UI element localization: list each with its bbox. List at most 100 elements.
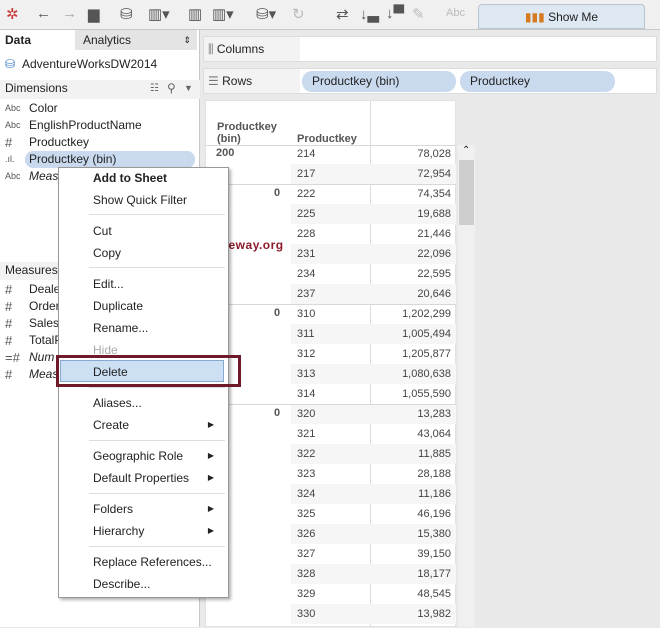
table-row: 310 1,202,299 (291, 304, 456, 324)
menu-item-folders[interactable]: Folders ▶ (59, 498, 228, 520)
menu-item-describe[interactable]: Describe... (59, 573, 228, 595)
menu-item-add-to-sheet[interactable]: Add to Sheet (59, 167, 228, 189)
save-icon[interactable]: ▆ (88, 5, 100, 23)
sort-asc-icon[interactable]: ↓▃ (360, 5, 379, 23)
clear-sheet-icon[interactable]: ▥▾ (212, 5, 234, 23)
menu-item-aliases[interactable]: Aliases... (59, 392, 228, 414)
dimension-name: Meas (29, 169, 59, 183)
value-cell: 20,646 (417, 288, 451, 300)
rows-label: ☰ Rows (208, 74, 252, 88)
value-cell: 1,005,494 (402, 328, 451, 340)
scrollbar-thumb[interactable] (459, 160, 474, 225)
bin-cell: 0 (274, 307, 281, 319)
table-row: 312 1,205,877 (291, 344, 456, 364)
dimension-name: Color (29, 101, 58, 115)
bin-cell: 200 (216, 147, 235, 159)
menu-item-label: Copy (93, 246, 122, 260)
menu-separator (89, 214, 225, 215)
menu-item-show-quick-filter[interactable]: Show Quick Filter (59, 189, 228, 211)
productkey-cell: 222 (297, 188, 316, 200)
productkey-cell: 322 (297, 448, 316, 460)
number-type-icon: # (5, 135, 13, 150)
view-list-icon[interactable]: ☷ (150, 80, 159, 97)
search-icon[interactable]: ⚲ (167, 80, 176, 97)
dimension-item[interactable]: Abc EnglishProductName (0, 117, 200, 134)
string-type-icon: Abc (5, 120, 21, 130)
menu-item-hierarchy[interactable]: Hierarchy ▶ (59, 520, 228, 542)
dimension-name: EnglishProductName (29, 118, 142, 132)
labels-icon[interactable]: Abc (446, 7, 465, 19)
measure-name: Order (29, 299, 60, 313)
rows-drop-area[interactable]: Productkey (bin) Productkey (300, 69, 656, 93)
forward-icon[interactable]: → (62, 5, 77, 22)
new-datasource-icon[interactable]: ⛁ (120, 5, 133, 23)
table-row: 325 46,196 (291, 504, 456, 524)
productkey-cell: 321 (297, 428, 316, 440)
menu-item-copy[interactable]: Copy (59, 242, 228, 264)
highlight-icon[interactable]: ✎ (412, 5, 425, 23)
pill-productkey-bin[interactable]: Productkey (bin) (302, 71, 456, 92)
back-icon[interactable]: ← (36, 5, 51, 22)
sort-desc-icon[interactable]: ↓▀ (386, 5, 404, 22)
productkey-cell: 217 (297, 168, 316, 180)
value-cell: 43,064 (417, 428, 451, 440)
group-divider (206, 304, 456, 305)
productkey-cell: 320 (297, 408, 316, 420)
productkey-cell: 214 (297, 148, 316, 160)
table-row: 311 1,005,494 (291, 324, 456, 344)
menu-separator (89, 267, 225, 268)
show-me-button[interactable]: ▮▮▮ Show Me (478, 4, 645, 29)
scroll-up-icon[interactable]: ⌃ (462, 145, 470, 156)
columns-label: ⫼ Columns (208, 42, 264, 57)
string-type-icon: Abc (5, 103, 21, 113)
table-row: 314 1,055,590 (291, 384, 456, 404)
table-row: 326 15,380 (291, 524, 456, 544)
pane-menu-icon[interactable]: ⇕ (183, 30, 191, 50)
dimension-item[interactable]: .ıl. Productkey (bin) (0, 151, 200, 168)
tab-data[interactable]: Data (0, 30, 75, 50)
tableau-logo-icon[interactable]: ✲ (6, 5, 19, 23)
dimension-item[interactable]: # Productkey (0, 134, 200, 151)
measures-label: Measures (5, 263, 58, 277)
table-row: 237 20,646 (291, 284, 456, 304)
measure-name: Meas (29, 367, 59, 381)
productkey-cell: 312 (297, 348, 316, 360)
rows-icon: ☰ (208, 74, 219, 88)
dimension-name: Productkey (29, 135, 90, 149)
rows-text: Rows (222, 74, 253, 88)
chart-icon: ▮▮▮ (524, 10, 545, 24)
tab-analytics[interactable]: Analytics ⇕ (75, 30, 197, 50)
duplicate-sheet-icon[interactable]: ▥ (188, 5, 202, 23)
pill-productkey[interactable]: Productkey (460, 71, 615, 92)
table-row: 217 72,954 (291, 164, 456, 184)
datasource[interactable]: ⛁ AdventureWorksDW2014 (0, 56, 200, 73)
pause-updates-icon[interactable]: ⛁▾ (256, 5, 276, 23)
new-worksheet-icon[interactable]: ▥▾ (148, 5, 170, 23)
value-cell: 78,028 (417, 148, 451, 160)
value-cell: 22,595 (417, 268, 451, 280)
productkey-cell: 231 (297, 248, 316, 260)
chevron-down-icon[interactable]: ▼ (184, 80, 193, 97)
value-cell: 19,688 (417, 208, 451, 220)
menu-item-create[interactable]: Create ▶ (59, 414, 228, 436)
swap-icon[interactable]: ⇄ (336, 5, 349, 23)
menu-item-rename[interactable]: Rename... (59, 317, 228, 339)
menu-item-duplicate[interactable]: Duplicate (59, 295, 228, 317)
dimensions-label: Dimensions (5, 81, 68, 95)
refresh-icon[interactable]: ↻ (292, 5, 305, 23)
value-cell: 1,080,638 (402, 368, 451, 380)
menu-item-cut[interactable]: Cut (59, 220, 228, 242)
annotation-box (56, 355, 241, 387)
table-row: 321 43,064 (291, 424, 456, 444)
table-row: 225 19,688 (291, 204, 456, 224)
columns-drop-area[interactable] (300, 37, 656, 61)
menu-item-replace-references[interactable]: Replace References... (59, 551, 228, 573)
menu-item-geographic-role[interactable]: Geographic Role ▶ (59, 445, 228, 467)
menu-item-default-properties[interactable]: Default Properties ▶ (59, 467, 228, 489)
value-cell: 13,982 (417, 608, 451, 620)
dimension-item[interactable]: Abc Color (0, 100, 200, 117)
menu-item-edit[interactable]: Edit... (59, 273, 228, 295)
menu-item-label: Duplicate (93, 299, 144, 313)
number-type-icon: # (5, 282, 13, 297)
value-cell: 39,150 (417, 548, 451, 560)
